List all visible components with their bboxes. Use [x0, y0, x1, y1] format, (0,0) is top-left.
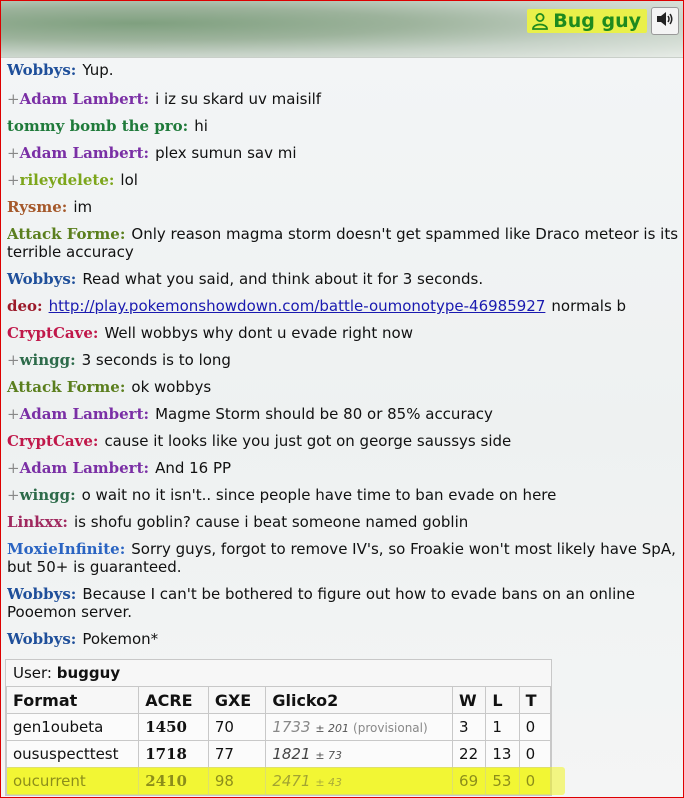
ladder-table: User: bugguy Format ACRE GXE Glicko2 W L… [5, 659, 552, 796]
chat-username[interactable]: Adam Lambert: [20, 144, 149, 162]
chat-message: +Adam Lambert: Magme Storm should be 80 o… [7, 405, 493, 423]
table-row-highlighted: oucurrent 2410 98 2471 ± 43 69 53 0 [5, 767, 552, 795]
ladder-user-row: User: bugguy [13, 664, 121, 682]
chat-username[interactable]: CryptCave: [7, 324, 98, 342]
chat-message: Wobbys: Read what you said, and think abo… [7, 270, 484, 288]
chat-username[interactable]: wingg: [20, 351, 76, 369]
chat-message: +wingg: o wait no it isn't.. since people… [7, 486, 557, 504]
col-wins: W [452, 686, 487, 714]
col-losses: L [485, 686, 520, 714]
chat-username[interactable]: Rysme: [7, 198, 67, 216]
table-row: gen1oubeta 1450 70 1733 ± 201 (provisiona… [5, 713, 552, 741]
chat-username[interactable]: CryptCave: [7, 432, 98, 450]
chat-message: CryptCave: Well wobbys why dont u evade r… [7, 324, 413, 342]
chat-message: Wobbys: Because I can't be bothered to fi… [7, 585, 635, 621]
chat-username[interactable]: Adam Lambert: [20, 459, 149, 477]
ladder-header-row: Format ACRE GXE Glicko2 W L T [5, 686, 552, 714]
chat-username[interactable]: MoxieInfinite: [7, 540, 125, 558]
ladder-username: bugguy [56, 664, 121, 682]
chat-message: deo: http://play.pokemonshowdown.com/batt… [7, 297, 627, 315]
chat-message: tommy bomb the pro: hi [7, 117, 208, 135]
chat-username[interactable]: Attack Forme: [7, 378, 125, 396]
chat-username[interactable]: Linkxx: [7, 513, 68, 531]
chat-message: Wobbys: Yup. [7, 61, 114, 79]
col-gxe: GXE [207, 686, 267, 714]
chat-message: Attack Forme: ok wobbys [7, 378, 212, 396]
chat-username[interactable]: Wobbys: [7, 585, 76, 603]
user-icon [531, 12, 549, 30]
battle-link[interactable]: http://play.pokemonshowdown.com/battle-o… [49, 297, 546, 315]
chat-username[interactable]: wingg: [20, 486, 76, 504]
chat-message: Wobbys: Pokemon* [7, 630, 159, 648]
col-glicko: Glicko2 [265, 686, 454, 714]
chat-message: +wingg: 3 seconds is to long [7, 351, 231, 369]
col-acre: ACRE [138, 686, 209, 714]
chat-message: Rysme: im [7, 198, 93, 216]
window-frame: Bug guy Wobbys: Yup. +Adam Lambert: i iz s… [0, 0, 684, 798]
chat-username[interactable]: Attack Forme: [7, 225, 125, 243]
chat-username[interactable]: Adam Lambert: [20, 405, 149, 423]
col-format: Format [5, 686, 140, 714]
user-badge[interactable]: Bug guy [527, 9, 647, 33]
username-label: Bug guy [553, 10, 641, 32]
chat-message: +rileydelete: lol [7, 171, 138, 189]
chat-message: CryptCave: cause it looks like you just g… [7, 432, 512, 450]
chat-username[interactable]: Wobbys: [7, 270, 76, 288]
chat-message: +Adam Lambert: plex sumun sav mi [7, 144, 297, 162]
chat-username[interactable]: tommy bomb the pro: [7, 117, 188, 135]
chat-username[interactable]: Wobbys: [7, 61, 76, 79]
chat-message: +Adam Lambert: i iz su skard uv maisilf [7, 90, 322, 108]
chat-username[interactable]: Adam Lambert: [20, 90, 149, 108]
chat-message: +Adam Lambert: And 16 PP [7, 459, 232, 477]
header-bar: Bug guy [1, 1, 683, 58]
sound-toggle-button[interactable] [651, 7, 679, 35]
chat-username[interactable]: rileydelete: [20, 171, 115, 189]
chat-message: Attack Forme: Only reason magma storm doe… [7, 225, 679, 261]
speaker-icon [656, 11, 674, 31]
chat-message: MoxieInfinite: Sorry guys, forgot to remo… [7, 540, 676, 576]
col-ties: T [518, 686, 552, 714]
table-row: oususpecttest 1718 77 1821 ± 73 22 13 0 [5, 740, 552, 768]
chat-username[interactable]: deo: [7, 297, 43, 315]
chat-message: Linkxx: is shofu goblin? cause i beat som… [7, 513, 469, 531]
chat-username[interactable]: Wobbys: [7, 630, 76, 648]
